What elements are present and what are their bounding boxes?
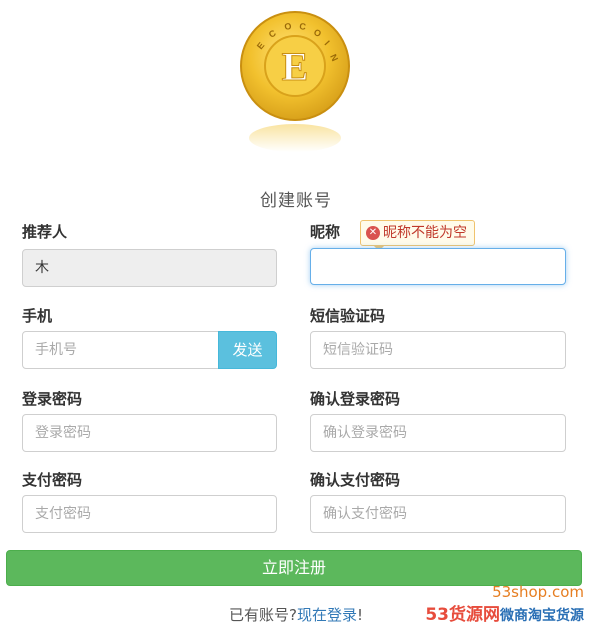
watermark: 53shop.com 53货源网微商淘宝货源: [425, 584, 584, 625]
phone-label: 手机: [22, 307, 53, 325]
sms-code-input[interactable]: [310, 331, 566, 369]
login-prompt-suffix: !: [356, 606, 363, 624]
ecocoin-logo: E E C O C O I N: [240, 11, 350, 152]
watermark-main: 53货源网: [425, 605, 500, 625]
login-link[interactable]: 现在登录: [297, 606, 357, 624]
nickname-error-text: 昵称不能为空: [383, 225, 467, 241]
logo-center-letter: E: [282, 44, 309, 89]
login-password-label: 登录密码: [22, 390, 83, 408]
error-icon: ✕: [366, 226, 380, 240]
watermark-url: 53shop.com: [492, 583, 584, 601]
nickname-label: 昵称: [310, 223, 341, 241]
send-code-button[interactable]: 发送: [218, 331, 277, 369]
nickname-input[interactable]: [310, 248, 566, 285]
referrer-field: 木: [22, 249, 277, 287]
sms-code-label: 短信验证码: [310, 307, 386, 325]
confirm-login-password-input[interactable]: [310, 414, 566, 452]
confirm-pay-password-label: 确认支付密码: [310, 471, 401, 489]
referrer-label: 推荐人: [22, 223, 68, 241]
confirm-pay-password-input[interactable]: [310, 495, 566, 533]
register-button[interactable]: 立即注册: [6, 550, 582, 586]
phone-input[interactable]: [22, 331, 219, 369]
login-password-input[interactable]: [22, 414, 277, 452]
nickname-error-tooltip: ✕ 昵称不能为空: [360, 220, 475, 251]
login-prompt-text: 已有账号?: [229, 606, 297, 624]
pay-password-input[interactable]: [22, 495, 277, 533]
page-title: 创建账号: [260, 191, 332, 211]
pay-password-label: 支付密码: [22, 471, 83, 489]
confirm-login-password-label: 确认登录密码: [310, 390, 401, 408]
watermark-sub: 微商淘宝货源: [500, 608, 584, 624]
